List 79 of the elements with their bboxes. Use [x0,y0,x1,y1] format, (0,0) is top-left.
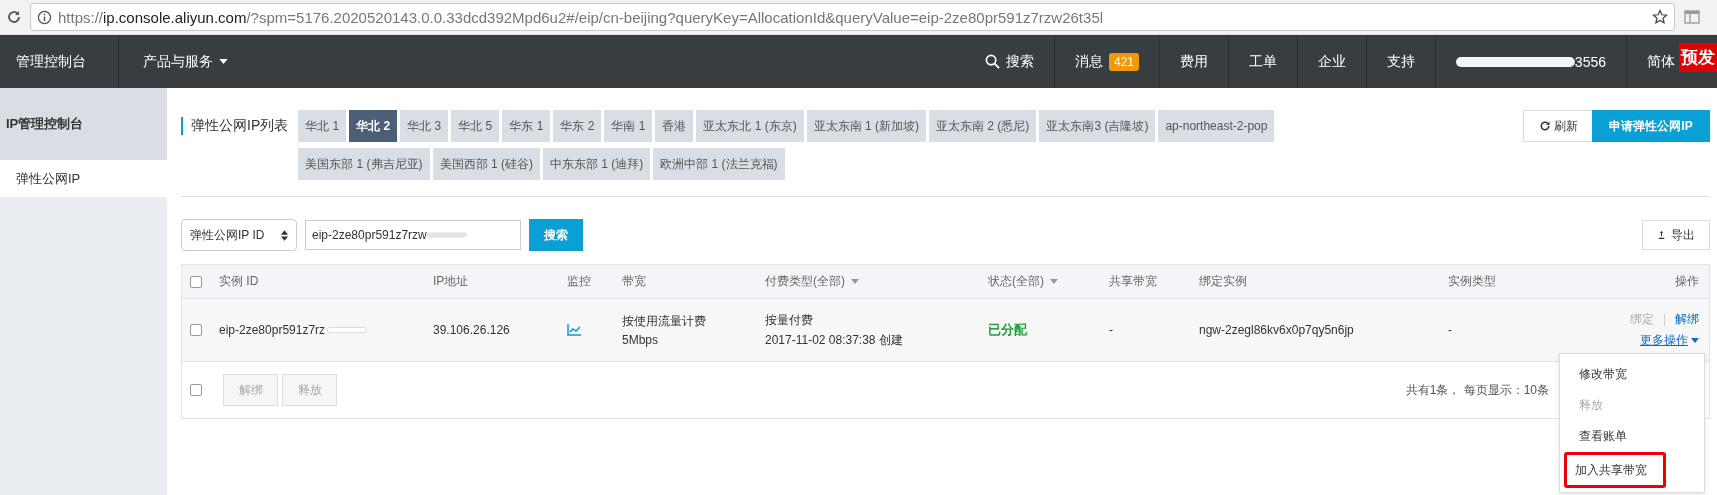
table-cell-text: 按使用流量计费 5Mbps [622,313,707,347]
nav-link[interactable]: 费用 [1159,35,1228,88]
sidebar-item[interactable]: 弹性公网IP [0,160,167,197]
menu-item[interactable]: 修改带宽 [1564,359,1700,389]
sort-arrows-icon [281,229,288,241]
region-tab[interactable]: 美国西部 1 (硅谷) [432,148,540,180]
column-header: 实例 ID [219,273,260,290]
export-icon [1657,229,1666,241]
nav-link[interactable]: 工单 [1228,35,1297,88]
search-type-select[interactable]: 弹性公网IP ID [181,219,297,251]
page-title: 弹性公网IP列表 [181,117,289,135]
row-checkbox[interactable] [190,324,202,336]
products-menu[interactable]: 产品与服务 [119,35,252,88]
caret-icon[interactable] [1050,279,1058,284]
region-tab[interactable]: 美国东部 1 (弗吉尼亚) [298,148,430,180]
table-cell-text: - [1109,323,1114,337]
table-cell-text: - [1448,323,1453,337]
column-header: 实例类型 [1448,273,1497,290]
region-tab[interactable]: 中东东部 1 (迪拜) [542,148,651,180]
apply-ip-button[interactable]: 申请弹性公网IP [1592,110,1710,142]
search-icon [984,54,1000,69]
search-button[interactable]: 搜索 [529,219,583,251]
select-all-checkbox[interactable] [190,384,202,396]
corner-badge: 预发 [1679,43,1717,72]
column-header: 带宽 [622,273,647,290]
status-text: 已分配 [988,321,1027,339]
info-icon[interactable] [37,9,52,25]
menu-item[interactable]: 加入共享带宽 [1564,452,1666,488]
region-tab[interactable]: 亚太东南3 (吉隆坡) [1039,110,1156,142]
search-link[interactable]: 搜索 [964,35,1054,88]
redaction-mark [426,230,467,240]
region-tab[interactable]: 华北 2 [349,110,398,142]
select-all-checkbox[interactable] [190,275,202,288]
caret-icon[interactable] [851,279,859,284]
region-tab[interactable]: 香港 [655,110,694,142]
nav-link[interactable]: 支持 [1366,35,1435,88]
caret-icon [219,59,228,64]
redaction-mark [327,325,368,335]
region-tab[interactable]: 华南 1 [604,110,653,142]
column-header: 监控 [567,273,592,290]
reader-icon[interactable] [1683,9,1701,25]
star-icon[interactable] [1652,9,1668,25]
sidebar-title: IP管理控制台 [0,88,167,160]
row-action-link[interactable]: 解绑 [1675,311,1699,328]
column-header: 共享带宽 [1109,273,1158,290]
refresh-button[interactable]: 刷新 [1523,110,1593,142]
table-cell: eip-2ze80pr591z7rz [219,323,326,337]
region-tab[interactable]: ap-northeast-2-pop [1158,110,1275,142]
column-header[interactable]: 付费类型(全部) [765,273,988,290]
region-tab[interactable]: 亚太东南 2 (悉尼) [929,110,1037,142]
region-tab[interactable]: 亚太东南 1 (新加坡) [806,110,927,142]
chart-icon[interactable] [567,324,581,336]
table-cell-text: 39.106.26.126 [433,323,511,337]
export-button[interactable]: 导出 [1642,220,1710,250]
refresh-icon [1538,120,1551,132]
region-tab[interactable]: 华东 1 [502,110,551,142]
address-field[interactable]: https://ip.console.aliyun.com/?spm=5176.2020520143.0.0.33dcd392Mpd6u2#/eip/cn-beijing?queryKey=AllocationId&queryValue=eip-2ze80pr591z7rzw26t35l [30,3,1675,31]
table-cell-text: 按量付费 2017-11-02 08:37:38 创建 [765,311,904,349]
region-tab[interactable]: 华北 5 [451,110,500,142]
pagination-summary: 共有1条， 每页显示：10条 [1405,381,1549,399]
account-menu[interactable]: 3556 [1435,35,1626,88]
message-count-badge: 421 [1108,52,1139,71]
column-header[interactable]: 状态(全部) [988,273,1109,290]
region-tab[interactable]: 华北 3 [400,110,449,142]
table-cell-text: ngw-2zegl86kv6x0p7qy5n6jp [1199,323,1355,337]
caret-icon [1691,338,1699,343]
column-header: 操作 [1675,273,1699,290]
region-tab[interactable]: 华北 1 [298,110,347,142]
nav-link[interactable]: 消息 421 [1053,35,1159,88]
reload-icon[interactable] [6,9,22,25]
column-header: 绑定实例 [1199,273,1248,290]
column-header: IP地址 [433,273,470,290]
region-tab[interactable]: 欧洲中部 1 (法兰克福) [653,148,785,180]
menu-item[interactable]: 查看账单 [1564,421,1700,451]
search-field[interactable]: eip-2ze80pr591z7rzw [305,220,521,250]
region-tab[interactable]: 华东 2 [553,110,602,142]
more-actions-link[interactable]: 更多操作 [1640,332,1699,349]
nav-link[interactable]: 企业 [1297,35,1366,88]
region-tab[interactable]: 亚太东北 1 (东京) [696,110,804,142]
